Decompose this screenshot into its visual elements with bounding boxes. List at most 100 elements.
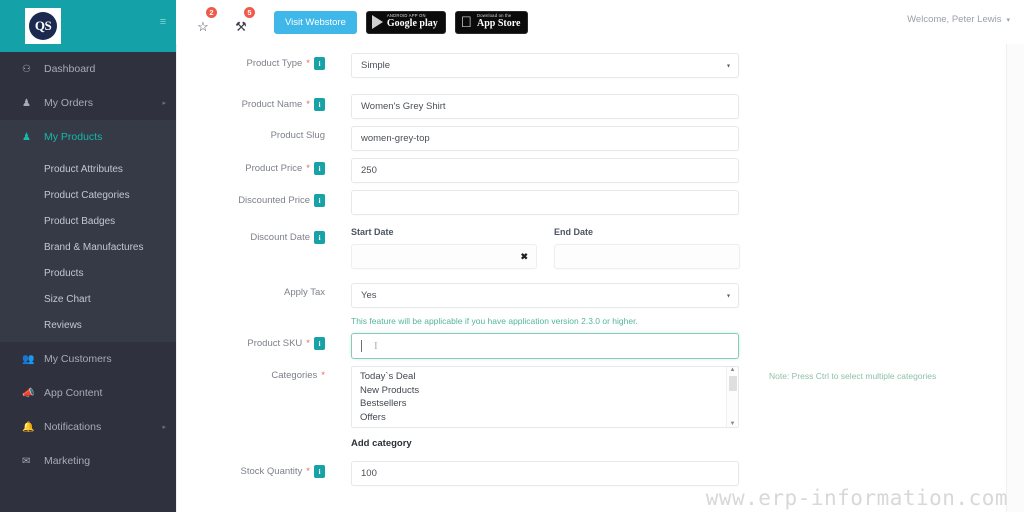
scroll-up-icon[interactable]: ▲ [730, 367, 736, 373]
google-play-large-text: Google play [386, 18, 438, 30]
sidebar-item-my-customers[interactable]: 👥 My Customers [0, 342, 176, 376]
list-item[interactable]: New Products [360, 384, 738, 398]
user-menu[interactable]: Welcome, Peter Lewis ▾ [907, 14, 1010, 25]
categories-field: Today`s Deal New Products Bestsellers Of… [351, 366, 739, 449]
categories-multiselect[interactable]: Today`s Deal New Products Bestsellers Of… [351, 366, 739, 428]
required-marker: * [321, 370, 325, 381]
apply-tax-label: Apply Tax [201, 283, 325, 298]
app-store-badge[interactable]:  Download on the App Store [454, 10, 529, 34]
product-type-label: Product Type * i [201, 53, 325, 70]
start-date-input[interactable]: ✖ [351, 244, 537, 269]
product-name-input[interactable]: Women's Grey Shirt [351, 94, 739, 119]
list-item[interactable]: Offers [360, 411, 738, 425]
sidebar-submenu-my-products: Product Attributes Product Categories Pr… [0, 154, 176, 342]
visit-webstore-button[interactable]: Visit Webstore [274, 10, 357, 34]
star-icon: ☆ [197, 19, 209, 34]
info-icon[interactable]: i [314, 337, 325, 350]
sidebar-subitem-label: Reviews [44, 319, 82, 331]
field-row-stock-quantity: Stock Quantity * i 100 [201, 461, 739, 486]
categories-options-list: Today`s Deal New Products Bestsellers Of… [352, 367, 738, 424]
info-icon[interactable]: i [314, 57, 325, 70]
sidebar-item-notifications[interactable]: 🔔 Notifications ▸ [0, 410, 176, 444]
text-cursor [361, 340, 362, 352]
apple-icon:  [461, 15, 472, 30]
status-badge: 5 [243, 6, 256, 19]
sidebar-item-product-attributes[interactable]: Product Attributes [0, 156, 176, 182]
sidebar-item-size-chart[interactable]: Size Chart [0, 286, 176, 312]
label-text: Apply Tax [283, 287, 325, 298]
apply-tax-select[interactable]: Yes ▾ [351, 283, 739, 308]
start-date-group: Start Date ✖ [351, 227, 537, 269]
envelope-icon: ✉ [22, 455, 31, 467]
sidebar-item-marketing[interactable]: ✉ Marketing [0, 444, 176, 478]
sidebar-item-dashboard[interactable]: ⚇ Dashboard [0, 52, 176, 86]
field-row-product-type: Product Type * i Simple ▾ [201, 53, 739, 78]
info-icon[interactable]: i [314, 194, 325, 207]
products-icon: ♟ [22, 131, 31, 143]
categories-scrollbar[interactable]: ▲ ▼ [726, 367, 738, 427]
dashboard-icon: ⚇ [22, 63, 31, 75]
product-sku-input[interactable]: I [351, 333, 739, 359]
add-category-link[interactable]: Add category [351, 438, 739, 449]
logo-box[interactable]: QS [25, 8, 61, 44]
stock-quantity-input[interactable]: 100 [351, 461, 739, 486]
chevron-right-icon: ▸ [162, 100, 166, 107]
sidebar-item-my-orders[interactable]: ♟ My Orders ▸ [0, 86, 176, 120]
product-price-field: 250 [351, 158, 739, 183]
required-marker: * [306, 338, 310, 349]
product-sku-field: I [351, 333, 739, 359]
sidebar: QS ⚇ Dashboard ♟ My Orders ▸ ♟ My Produc… [0, 0, 176, 512]
gavel-notifications-button[interactable]: ⚒ 5 [230, 6, 256, 34]
sidebar-subitem-label: Product Attributes [44, 163, 123, 175]
list-item[interactable]: Bestsellers [360, 397, 738, 411]
sidebar-subitem-label: Size Chart [44, 293, 91, 305]
input-value: Women's Grey Shirt [361, 101, 446, 112]
sidebar-item-brand-manufactures[interactable]: Brand & Manufactures [0, 234, 176, 260]
gavel-icon: ⚒ [235, 19, 247, 34]
sidebar-item-product-categories[interactable]: Product Categories [0, 182, 176, 208]
discounted-price-input[interactable] [351, 190, 739, 215]
sidebar-item-label: My Customers [44, 353, 112, 365]
end-date-label: End Date [554, 227, 594, 237]
sidebar-item-reviews[interactable]: Reviews [0, 312, 176, 338]
discounted-price-field [351, 190, 739, 215]
watermark: www.erp-information.com [705, 486, 1008, 510]
info-icon[interactable]: i [314, 465, 325, 478]
list-item[interactable]: Today`s Deal [360, 370, 738, 384]
field-row-product-name: Product Name * i Women's Grey Shirt [201, 94, 739, 119]
input-value: 250 [361, 165, 377, 176]
sidebar-subitem-label: Products [44, 267, 84, 279]
info-icon[interactable]: i [314, 231, 325, 244]
product-price-input[interactable]: 250 [351, 158, 739, 183]
scroll-down-icon[interactable]: ▼ [730, 421, 736, 427]
star-notifications-button[interactable]: ☆ 2 [192, 6, 218, 34]
megaphone-icon: 📣 [22, 387, 35, 399]
product-slug-input[interactable]: women-grey-top [351, 126, 739, 151]
sidebar-item-product-badges[interactable]: Product Badges [0, 208, 176, 234]
field-row-discounted-price: Discounted Price i [201, 190, 739, 215]
field-row-discount-date: Discount Date i Start Date ✖ End Date [201, 227, 740, 269]
sidebar-item-my-products[interactable]: ♟ My Products [0, 120, 176, 154]
hamburger-menu-icon[interactable]: ≡ [152, 11, 174, 33]
field-row-apply-tax: Apply Tax Yes ▾ This feature will be app… [201, 283, 739, 326]
sidebar-item-products[interactable]: Products [0, 260, 176, 286]
required-marker: * [306, 99, 310, 110]
product-name-label: Product Name * i [201, 94, 325, 111]
info-icon[interactable]: i [314, 162, 325, 175]
product-type-select[interactable]: Simple ▾ [351, 53, 739, 78]
close-icon[interactable]: ✖ [520, 251, 528, 262]
label-text: Discounted Price [238, 195, 310, 206]
sidebar-item-label: Dashboard [44, 63, 96, 75]
status-badge: 2 [205, 6, 218, 19]
end-date-input[interactable] [554, 244, 740, 269]
sidebar-item-label: My Orders [44, 97, 94, 109]
topbar: ≡ ☆ 2 ⚒ 5 Visit Webstore ANDROID APP ON … [152, 0, 1024, 44]
field-row-product-sku: Product SKU * i I [201, 333, 739, 359]
info-icon[interactable]: i [314, 98, 325, 111]
sidebar-item-app-content[interactable]: 📣 App Content [0, 376, 176, 410]
input-value: 100 [361, 468, 377, 479]
scrollbar-thumb[interactable] [729, 376, 737, 391]
label-text: Categories [271, 370, 318, 381]
google-play-badge[interactable]: ANDROID APP ON Google play [365, 10, 446, 34]
sidebar-subitem-label: Product Categories [44, 189, 130, 201]
